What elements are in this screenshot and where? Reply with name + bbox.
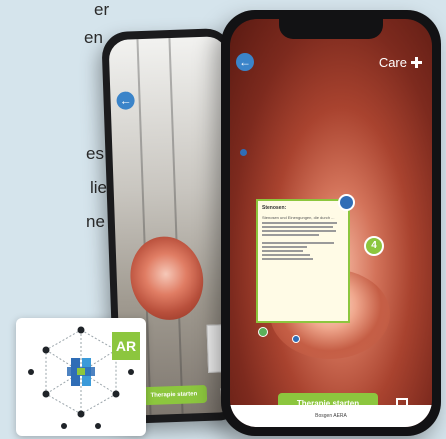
text-line [262,250,303,252]
therapy-start-button[interactable]: Therapie starten [140,384,208,406]
wall-edge [168,37,184,414]
back-arrow-icon[interactable]: ← [236,53,254,71]
front-phone: ← Care Stenosen: Stenosen und Einengunge… [221,10,441,436]
brand-logo: Care [379,55,422,70]
text-line [262,246,308,248]
hotspot-marker[interactable] [258,327,268,337]
hotspot-badge[interactable]: 4 [364,236,384,256]
footer-bar: Bosgen AERA [230,405,432,427]
bg-text-line: ne [86,212,105,231]
text-line [262,234,320,236]
brand-name: Care [378,55,407,70]
front-phone-screen: ← Care Stenosen: Stenosen und Einengunge… [230,19,432,427]
hotspot-marker[interactable] [240,149,247,156]
close-icon[interactable] [338,194,355,211]
hotspot-marker[interactable] [292,335,300,343]
info-card: Stenosen: Stenosen und Einengungen, die … [256,194,355,323]
footer-text: Bosgen AERA [315,413,347,419]
text-line [262,230,336,232]
ar-logo-card: AR [16,318,146,436]
bg-text-line: en [84,28,103,47]
phone-notch [279,19,383,39]
info-card-title: Stenosen: [262,205,287,211]
info-card-body: Stenosen und Einengungen, die durch ... [262,215,344,260]
back-arrow-icon[interactable]: ← [116,91,135,110]
bg-text-line: es [86,144,104,163]
text-line [262,226,333,228]
bg-text-line: er [94,0,110,19]
throat-model [121,228,212,328]
care-cross-icon [411,57,422,68]
bg-text-line: lie [90,178,108,197]
text-line [262,222,338,224]
info-card-text: Stenosen und Einengungen, die durch ... [262,215,335,220]
text-line [262,242,335,244]
text-line [262,258,313,260]
text-line [262,254,310,256]
ar-badge: AR [112,332,140,360]
